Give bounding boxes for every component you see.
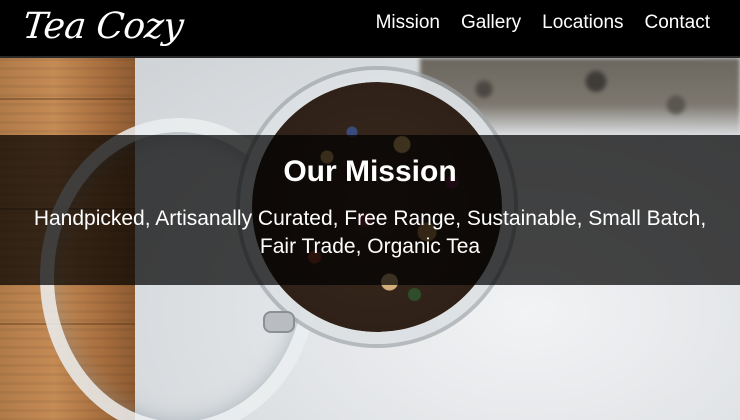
nav-link-locations[interactable]: Locations [542,10,623,36]
mission-title: Our Mission [283,155,457,188]
main-nav: Mission Gallery Locations Contact [376,10,710,36]
nav-link-contact[interactable]: Contact [645,10,710,36]
mission-banner: Our Mission Handpicked, Artisanally Cura… [0,135,740,285]
site-logo[interactable]: Tea Cozy [20,2,185,52]
jar-clasp [265,313,293,331]
mission-tagline: Handpicked, Artisanally Curated, Free Ra… [33,207,707,258]
wood-seam [0,98,135,100]
site-header: Tea Cozy Mission Gallery Locations Conta… [0,0,740,58]
nav-link-gallery[interactable]: Gallery [461,10,521,36]
nav-link-mission[interactable]: Mission [376,10,440,36]
